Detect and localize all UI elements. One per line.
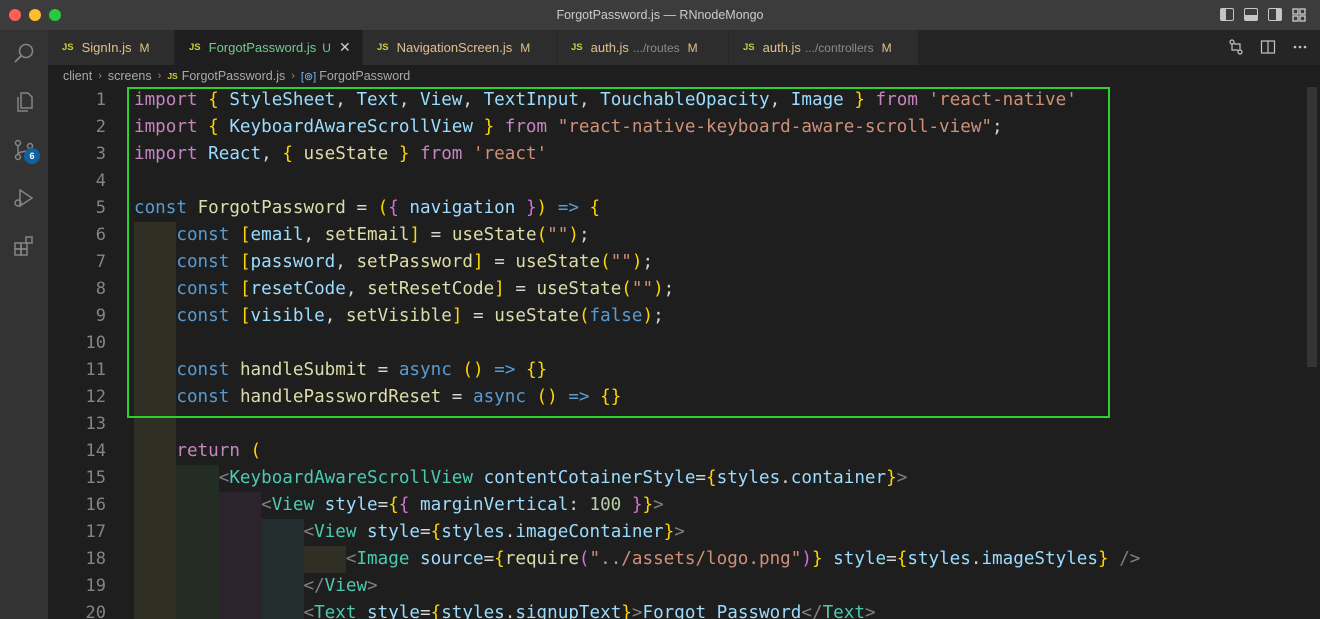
- js-file-icon: JS: [62, 42, 74, 53]
- code-line[interactable]: import React, { useState } from 'react': [134, 141, 547, 168]
- js-file-icon: JS: [189, 42, 201, 53]
- editor-actions: [1228, 39, 1308, 55]
- more-actions-icon[interactable]: [1292, 39, 1308, 55]
- toggle-panel-icon[interactable]: [1244, 8, 1258, 21]
- chevron-right-icon: ›: [98, 70, 102, 82]
- title-bar: ForgotPassword.js — RNnodeMongo: [0, 0, 1320, 30]
- tab-label: auth.js: [762, 40, 801, 55]
- toggle-secondary-sidebar-icon[interactable]: [1268, 8, 1282, 21]
- line-number: 8: [95, 279, 106, 299]
- code-line[interactable]: return (: [134, 438, 261, 465]
- open-changes-icon[interactable]: [1228, 39, 1244, 55]
- tab-label: auth.js: [590, 40, 629, 55]
- js-file-icon: JS: [571, 42, 583, 53]
- source-control-icon[interactable]: [0, 126, 48, 174]
- breadcrumb: client › screens › JS ForgotPassword.js …: [48, 65, 1320, 87]
- split-editor-icon[interactable]: [1260, 39, 1276, 55]
- breadcrumb-item[interactable]: ForgotPassword.js: [182, 69, 286, 83]
- extensions-icon[interactable]: [0, 222, 48, 270]
- line-number: 4: [95, 171, 106, 191]
- tab-status: U: [322, 40, 331, 55]
- code-line[interactable]: const handleSubmit = async () => {}: [134, 357, 547, 384]
- tab-status: M: [881, 40, 892, 55]
- line-number: 19: [85, 576, 106, 596]
- code-line[interactable]: const handlePasswordReset = async () => …: [134, 384, 621, 411]
- line-number: 6: [95, 225, 106, 245]
- tab-status: M: [520, 40, 531, 55]
- code-line[interactable]: const [visible, setVisible] = useState(f…: [134, 303, 663, 330]
- code-line[interactable]: <Text style={styles.signupText}>Forgot P…: [134, 600, 875, 619]
- indent-guide: [134, 411, 177, 438]
- code-editor[interactable]: 1 2 3 4 5 6 7 8 9 10 11 12 13 14 15 16 17 18 19 20 import {…: [48, 87, 1320, 619]
- line-number: 9: [95, 306, 106, 326]
- source-control-badge: 6: [24, 148, 40, 164]
- line-number: 16: [85, 495, 106, 515]
- code-line[interactable]: <Image source={require("../assets/logo.p…: [134, 546, 1141, 573]
- line-number: 20: [85, 603, 106, 619]
- tab-navigation-screen[interactable]: JS NavigationScreen.js M: [363, 30, 557, 65]
- tab-path: .../routes: [632, 40, 680, 55]
- line-number: 14: [85, 441, 106, 461]
- tab-forgot-password[interactable]: JS ForgotPassword.js U ✕: [175, 30, 363, 65]
- line-number: 2: [95, 117, 106, 137]
- tab-bar: JS SignIn.js M JS ForgotPassword.js U ✕ …: [48, 30, 1320, 65]
- line-number: 12: [85, 387, 106, 407]
- tab-path: .../controllers: [804, 40, 874, 55]
- line-number: 13: [85, 414, 106, 434]
- activity-bar: 6: [0, 30, 48, 619]
- breadcrumb-item[interactable]: client: [63, 69, 92, 83]
- code-line[interactable]: const [resetCode, setResetCode] = useSta…: [134, 276, 674, 303]
- close-tab-icon[interactable]: ✕: [339, 39, 351, 56]
- toggle-primary-sidebar-icon[interactable]: [1220, 8, 1234, 21]
- code-line[interactable]: const [email, setEmail] = useState("");: [134, 222, 589, 249]
- explorer-icon[interactable]: [0, 78, 48, 126]
- line-number: 7: [95, 252, 106, 272]
- line-number: 17: [85, 522, 106, 542]
- line-number: 1: [95, 90, 106, 110]
- js-file-icon: JS: [743, 42, 755, 53]
- tab-label: NavigationScreen.js: [396, 40, 513, 55]
- tab-label: SignIn.js: [81, 40, 132, 55]
- chevron-right-icon: ›: [157, 70, 162, 82]
- chevron-right-icon: ›: [291, 70, 295, 82]
- tab-status: M: [687, 40, 698, 55]
- line-number: 5: [95, 198, 106, 218]
- indent-guide: [134, 330, 177, 357]
- tab-status: M: [139, 40, 150, 55]
- line-number: 10: [85, 333, 106, 353]
- window-title: ForgotPassword.js — RNnodeMongo: [556, 8, 764, 22]
- code-line[interactable]: <View style={{ marginVertical: 100 }}>: [134, 492, 664, 519]
- line-number: 3: [95, 144, 106, 164]
- code-line[interactable]: import { StyleSheet, Text, View, TextInp…: [134, 87, 1077, 114]
- tab-auth-routes[interactable]: JS auth.js .../routes M: [557, 30, 729, 65]
- line-number: 11: [85, 360, 106, 380]
- line-number: 15: [85, 468, 106, 488]
- code-line[interactable]: <KeyboardAwareScrollView contentCotainer…: [134, 465, 908, 492]
- customize-layout-icon[interactable]: [1292, 8, 1306, 22]
- tab-label: ForgotPassword.js: [208, 40, 317, 55]
- code-line[interactable]: </View>: [134, 573, 377, 600]
- code-line[interactable]: const [password, setPassword] = useState…: [134, 249, 653, 276]
- code-line[interactable]: <View style={styles.imageContainer}>: [134, 519, 684, 546]
- search-icon[interactable]: [0, 30, 48, 78]
- breadcrumb-item[interactable]: screens: [108, 69, 152, 83]
- breadcrumb-item[interactable]: ForgotPassword: [319, 69, 410, 83]
- run-debug-icon[interactable]: [0, 174, 48, 222]
- code-line[interactable]: import { KeyboardAwareScrollView } from …: [134, 114, 1003, 141]
- js-file-icon: JS: [377, 42, 389, 53]
- code-line[interactable]: const ForgotPassword = ({ navigation }) …: [134, 195, 600, 222]
- symbol-variable-icon: [⊚]: [300, 70, 317, 83]
- scrollbar-thumb[interactable]: [1307, 87, 1317, 367]
- layout-controls: [1220, 8, 1306, 22]
- line-number: 18: [85, 549, 106, 569]
- tab-signin[interactable]: JS SignIn.js M: [48, 30, 175, 65]
- vertical-scrollbar[interactable]: [1306, 87, 1320, 619]
- js-file-icon: JS: [167, 71, 178, 81]
- tab-auth-controllers[interactable]: JS auth.js .../controllers M: [729, 30, 919, 65]
